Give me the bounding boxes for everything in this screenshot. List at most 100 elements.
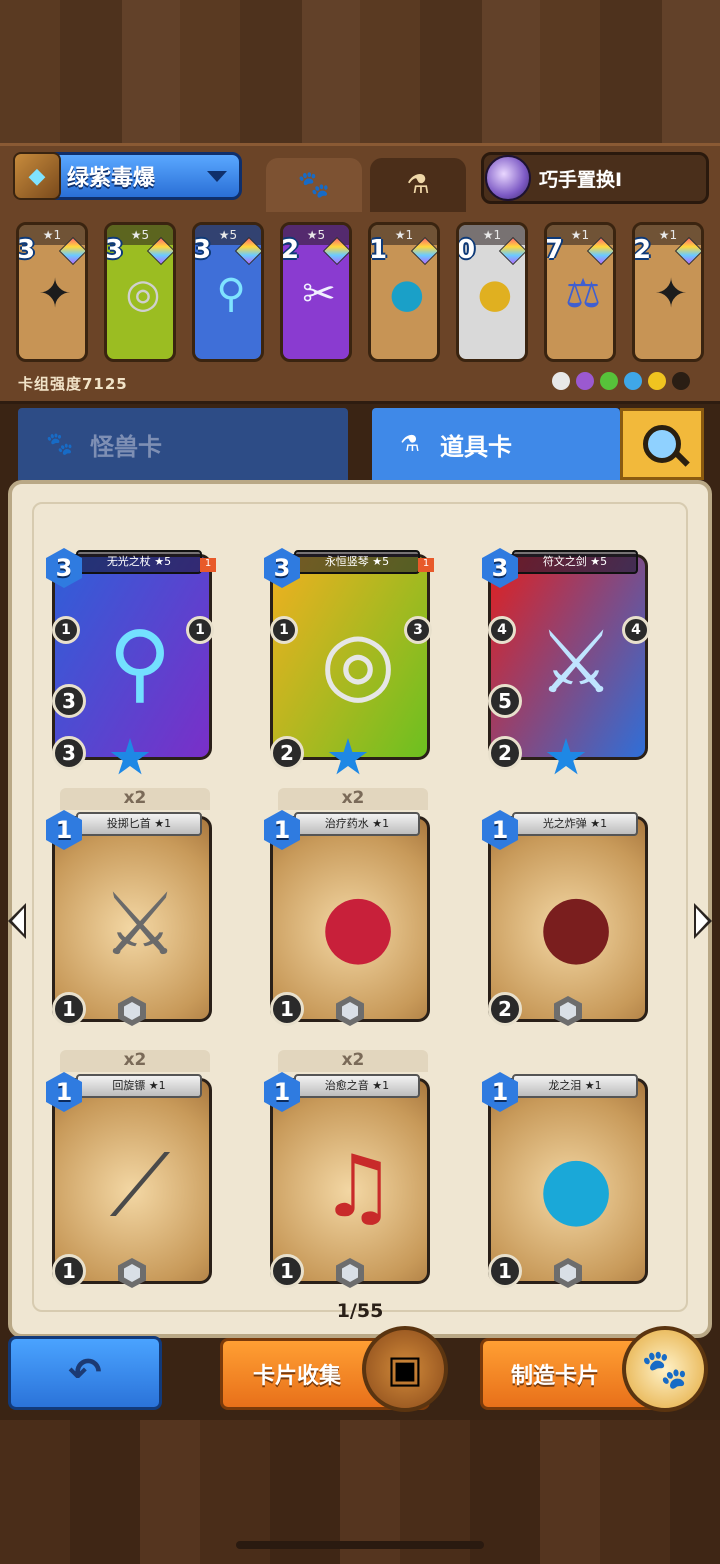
deck-card[interactable]: ★5 ✂ 2 [280, 222, 352, 362]
deck-name: 绿紫毒爆 [67, 166, 156, 191]
card-art: ⚖ [565, 271, 601, 317]
tab-monster-cards[interactable]: 🐾 怪兽卡 [18, 408, 348, 480]
item-card[interactable]: ● 治疗药水 ★1 1 1 [264, 810, 434, 1034]
item-card[interactable]: ♫ 治愈之音 ★1 1 1 [264, 1072, 434, 1296]
card-art: ⚔ [537, 613, 615, 713]
card-stat: 3 [52, 684, 86, 718]
card-art: ✦ [654, 271, 688, 317]
card-stat: 3 [52, 736, 86, 770]
card-cost: 2 [281, 235, 300, 265]
hero-portrait [485, 155, 531, 201]
card-cost: 1 [369, 235, 388, 265]
deck-card[interactable]: ★1 ✦ 2 [632, 222, 704, 362]
card-body: ⟋ [52, 1078, 212, 1284]
item-card[interactable]: ⚲ 无光之杖 ★5 3 3 3 1 1 1 [46, 548, 216, 775]
card-ability-value: 1 [52, 616, 80, 644]
card-art: ⚲ [216, 271, 246, 317]
card-stat: 2 [488, 992, 522, 1026]
card-body: ⚔ [52, 816, 212, 1022]
flask-icon: ⚗ [400, 431, 420, 457]
duplicate-count: x2 [278, 788, 428, 810]
item-card[interactable]: ● 龙之泪 ★1 1 1 [482, 1072, 652, 1296]
item-card[interactable]: ⟋ 回旋镖 ★1 1 1 [46, 1072, 216, 1296]
card-art: ⚔ [101, 875, 179, 975]
card-ability-value: 4 [488, 616, 516, 644]
element-icon [576, 372, 594, 390]
card-art: ● [538, 1137, 614, 1237]
duplicate-count: x2 [278, 1050, 428, 1072]
card-name: 永恒竖琴 ★5 [294, 550, 420, 574]
element-icon [552, 372, 570, 390]
rarity-flag: 1 [418, 558, 434, 572]
paw-icon: 🐾 [46, 431, 74, 457]
spellbook-icon: ◆ [13, 152, 61, 200]
card-body: ● [488, 816, 648, 1022]
hero-select-button[interactable]: 巧手置换I [481, 152, 709, 204]
card-art: ● [389, 271, 425, 317]
card-body: ◎ [270, 554, 430, 760]
card-art: ◎ [125, 271, 161, 317]
craft-card-label: 制造卡片 [511, 1364, 600, 1389]
deck-card[interactable]: ★1 ✦ 3 [16, 222, 88, 362]
item-card[interactable]: ⚔ 投掷匕首 ★1 1 1 [46, 810, 216, 1034]
card-stat: 1 [270, 1254, 304, 1288]
card-art: ● [477, 271, 513, 317]
chevron-down-icon [207, 170, 227, 182]
card-stat: 2 [488, 736, 522, 770]
card-cost: 0 [457, 235, 476, 265]
card-body: ♫ [270, 1078, 430, 1284]
element-icon [648, 372, 666, 390]
card-art: ● [538, 875, 614, 975]
card-ability-value: 3 [404, 616, 432, 644]
element-icons-row [552, 372, 690, 390]
next-page-arrow[interactable] [694, 903, 712, 939]
card-ability-value: 1 [186, 616, 214, 644]
card-body: ● [488, 1078, 648, 1284]
element-icon [672, 372, 690, 390]
prev-page-arrow[interactable] [8, 903, 26, 939]
card-art: ♫ [319, 1137, 397, 1237]
card-art: ✦ [38, 271, 72, 317]
card-name: 治疗药水 ★1 [294, 812, 420, 836]
card-stat: 5 [488, 684, 522, 718]
card-stat: 1 [52, 992, 86, 1026]
item-card[interactable]: ● 光之炸弹 ★1 1 2 [482, 810, 652, 1034]
card-art: ⟋ [109, 1136, 171, 1236]
item-card[interactable]: ◎ 永恒竖琴 ★5 3 2 1 3 1 [264, 548, 434, 775]
back-button[interactable]: ↶ [8, 1336, 162, 1410]
duplicate-count: x2 [60, 788, 210, 810]
wood-background-top [0, 0, 720, 150]
card-ability-value: 4 [622, 616, 650, 644]
deck-card[interactable]: ★5 ⚲ 3 [192, 222, 264, 362]
element-icon [600, 372, 618, 390]
tab-item-cards[interactable]: ⚗ 道具卡 [372, 408, 620, 480]
item-card[interactable]: ⚔ 符文之剑 ★5 3 2 5 4 4 [482, 548, 652, 775]
duplicate-count: x2 [60, 1050, 210, 1072]
card-name: 回旋镖 ★1 [76, 1074, 202, 1098]
card-ability-value: 1 [270, 616, 298, 644]
card-art: ● [320, 875, 396, 975]
paw-potion-icon[interactable]: 🐾 [622, 1326, 708, 1412]
card-name: 无光之杖 ★5 [76, 550, 202, 574]
card-body: ⚔ [488, 554, 648, 760]
deck-card[interactable]: ★1 ● 1 [368, 222, 440, 362]
tab-item-label: 道具卡 [440, 432, 512, 461]
element-icon [624, 372, 642, 390]
card-stat: 1 [52, 1254, 86, 1288]
deck-select-dropdown[interactable]: ◆ 绿紫毒爆 [13, 152, 242, 200]
deck-card[interactable]: ★1 ⚖ 7 [544, 222, 616, 362]
search-button[interactable] [620, 408, 704, 480]
card-name: 光之炸弹 ★1 [512, 812, 638, 836]
card-art: ✂ [302, 271, 336, 317]
card-name: 治愈之音 ★1 [294, 1074, 420, 1098]
card-album-icon[interactable]: ▣ [362, 1326, 448, 1412]
deck-tab-monster[interactable]: 🐾 [266, 158, 362, 212]
deck-card[interactable]: ★1 ● 0 [456, 222, 528, 362]
card-cost: 3 [105, 235, 124, 265]
deck-card[interactable]: ★5 ◎ 3 [104, 222, 176, 362]
page-indicator: 1/55 [336, 1300, 384, 1322]
search-icon [643, 425, 681, 463]
hero-name: 巧手置换I [539, 168, 623, 191]
card-name: 龙之泪 ★1 [512, 1074, 638, 1098]
deck-tab-item[interactable]: ⚗ [370, 158, 466, 212]
